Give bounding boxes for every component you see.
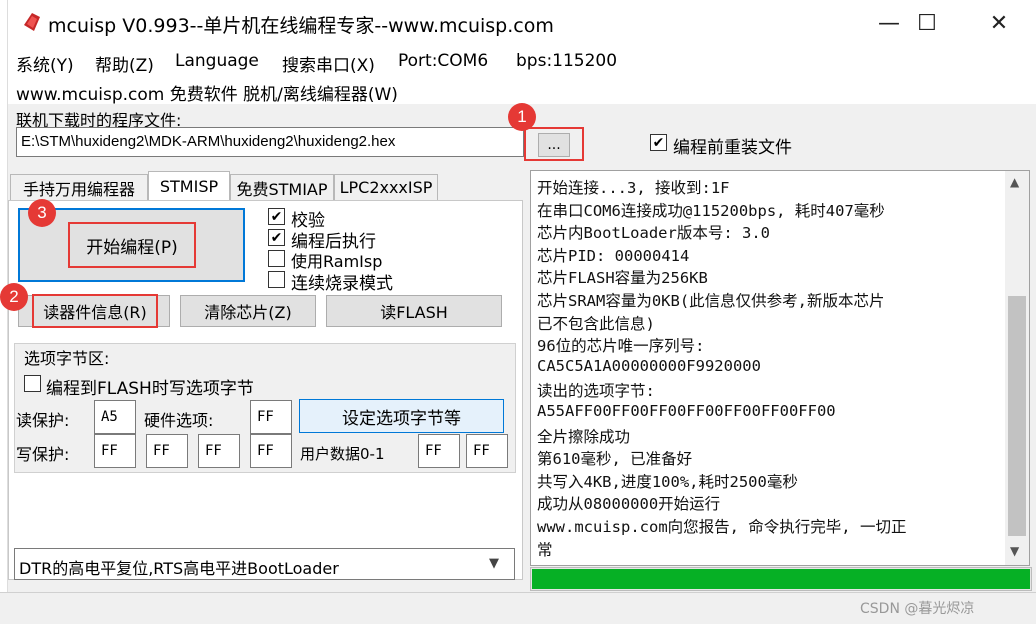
continuous-label: 连续烧录模式 xyxy=(291,274,393,294)
log-line: 芯片FLASH容量为256KB xyxy=(537,269,708,288)
progress-fill xyxy=(532,569,1030,589)
start-program-label: 开始编程(P) xyxy=(68,222,196,268)
step-badge-3: 3 xyxy=(28,199,56,227)
log-line: 常 xyxy=(537,540,553,559)
tab-stmiap[interactable]: 免费STMIAP xyxy=(230,174,334,200)
read-protect-label: 读保护: xyxy=(16,411,70,430)
log-line: 成功从08000000开始运行 xyxy=(537,495,721,514)
chevron-down-icon[interactable]: ▼ xyxy=(489,556,499,571)
tab-stmisp[interactable]: STMISP xyxy=(148,171,230,201)
step-badge-2: 2 xyxy=(0,283,28,311)
menu-language[interactable]: Language xyxy=(175,51,259,71)
watermark: CSDN @暮光烬凉 xyxy=(860,601,975,617)
log-line: www.mcuisp.com向您报告, 命令执行完毕, 一切正 xyxy=(537,518,907,536)
maximize-icon[interactable]: ☐ xyxy=(898,0,956,46)
write-protect-input-2[interactable]: FF xyxy=(146,434,188,468)
menu-port[interactable]: Port:COM6 xyxy=(398,51,488,71)
set-option-button[interactable]: 设定选项字节等 xyxy=(299,399,504,433)
window-title: mcuisp V0.993--单片机在线编程专家--www.mcuisp.com xyxy=(48,15,554,37)
user-data-label: 用户数据0-1 xyxy=(300,445,385,463)
read-info-label: 读器件信息(R) xyxy=(32,294,158,328)
clear-chip-button[interactable]: 清除芯片(Z) xyxy=(180,295,316,327)
run-after-checkbox[interactable]: ✔ xyxy=(268,229,285,246)
log-line: 芯片SRAM容量为0KB(此信息仅供参考,新版本芯片 xyxy=(537,292,885,310)
log-output[interactable]: 开始连接...3, 接收到:1F 在串口COM6连接成功@115200bps, 耗… xyxy=(530,170,1030,566)
log-line: 已不包含此信息) xyxy=(537,314,655,333)
step-badge-1: 1 xyxy=(508,103,536,131)
log-line: 读出的选项字节: xyxy=(537,382,655,401)
scroll-down-icon[interactable]: ▼ xyxy=(1010,544,1019,558)
user-data-input-1[interactable]: FF xyxy=(466,434,508,468)
log-line: 96位的芯片唯一序列号: xyxy=(537,337,705,356)
verify-checkbox[interactable]: ✔ xyxy=(268,208,285,225)
log-line: 芯片PID: 00000414 xyxy=(537,246,690,265)
menu-bps[interactable]: bps:115200 xyxy=(516,51,617,71)
write-option-checkbox[interactable] xyxy=(24,375,41,392)
check-icon: ✔ xyxy=(652,134,665,151)
menu-help[interactable]: 帮助(Z) xyxy=(95,51,154,76)
file-path-input[interactable]: E:\STM\huxideng2\MDK-ARM\huxideng2\huxid… xyxy=(16,127,524,157)
check-icon: ✔ xyxy=(270,208,283,225)
log-line: CA5C5A1A00000000F9920000 xyxy=(537,356,761,375)
log-line: 开始连接...3, 接收到:1F xyxy=(537,179,730,197)
menu-offline-programmer[interactable]: www.mcuisp.com 免费软件 脱机/离线编程器(W) xyxy=(16,80,398,105)
log-line: 全片擦除成功 xyxy=(537,427,631,446)
scroll-up-icon[interactable]: ▲ xyxy=(1010,175,1019,189)
continuous-checkbox[interactable] xyxy=(268,271,285,288)
hw-option-label: 硬件选项: xyxy=(144,411,214,430)
left-edge xyxy=(0,0,8,624)
read-protect-input[interactable]: A5 xyxy=(94,400,136,434)
menu-search-port[interactable]: 搜索串口(X) xyxy=(282,51,375,76)
read-flash-button[interactable]: 读FLASH xyxy=(326,295,502,327)
option-group-label: 选项字节区: xyxy=(24,349,110,368)
log-line: 芯片内BootLoader版本号: 3.0 xyxy=(537,224,770,243)
ramisp-checkbox[interactable] xyxy=(268,250,285,267)
app-logo-icon xyxy=(24,13,40,31)
log-line: A55AFF00FF00FF00FF00FF00FF00FF00 xyxy=(537,402,836,420)
tab-handheld[interactable]: 手持万用编程器 xyxy=(10,174,148,200)
log-line: 共写入4KB,进度100%,耗时2500毫秒 xyxy=(537,472,798,491)
tab-lpc2xxx[interactable]: LPC2xxxISP xyxy=(334,174,438,200)
reload-checkbox[interactable]: ✔ xyxy=(650,134,667,151)
log-line: 第610毫秒, 已准备好 xyxy=(537,450,693,469)
write-protect-label: 写保护: xyxy=(16,445,70,464)
browse-button[interactable]: ... xyxy=(538,133,570,157)
write-option-label: 编程到FLASH时写选项字节 xyxy=(46,379,254,399)
menu-system[interactable]: 系统(Y) xyxy=(16,51,74,76)
log-line: 在串口COM6连接成功@115200bps, 耗时407毫秒 xyxy=(537,201,885,220)
write-protect-input-3[interactable]: FF xyxy=(198,434,240,468)
close-icon[interactable]: ✕ xyxy=(970,0,1028,46)
hw-option-input[interactable]: FF xyxy=(250,400,292,434)
check-icon: ✔ xyxy=(270,229,283,246)
write-protect-input-4[interactable]: FF xyxy=(250,434,292,468)
write-protect-input-1[interactable]: FF xyxy=(94,434,136,468)
user-data-input-0[interactable]: FF xyxy=(418,434,460,468)
scrollbar-thumb[interactable] xyxy=(1008,296,1026,536)
reload-label: 编程前重装文件 xyxy=(673,138,792,158)
boot-mode-select[interactable]: DTR的高电平复位,RTS高电平进BootLoader xyxy=(14,548,515,580)
